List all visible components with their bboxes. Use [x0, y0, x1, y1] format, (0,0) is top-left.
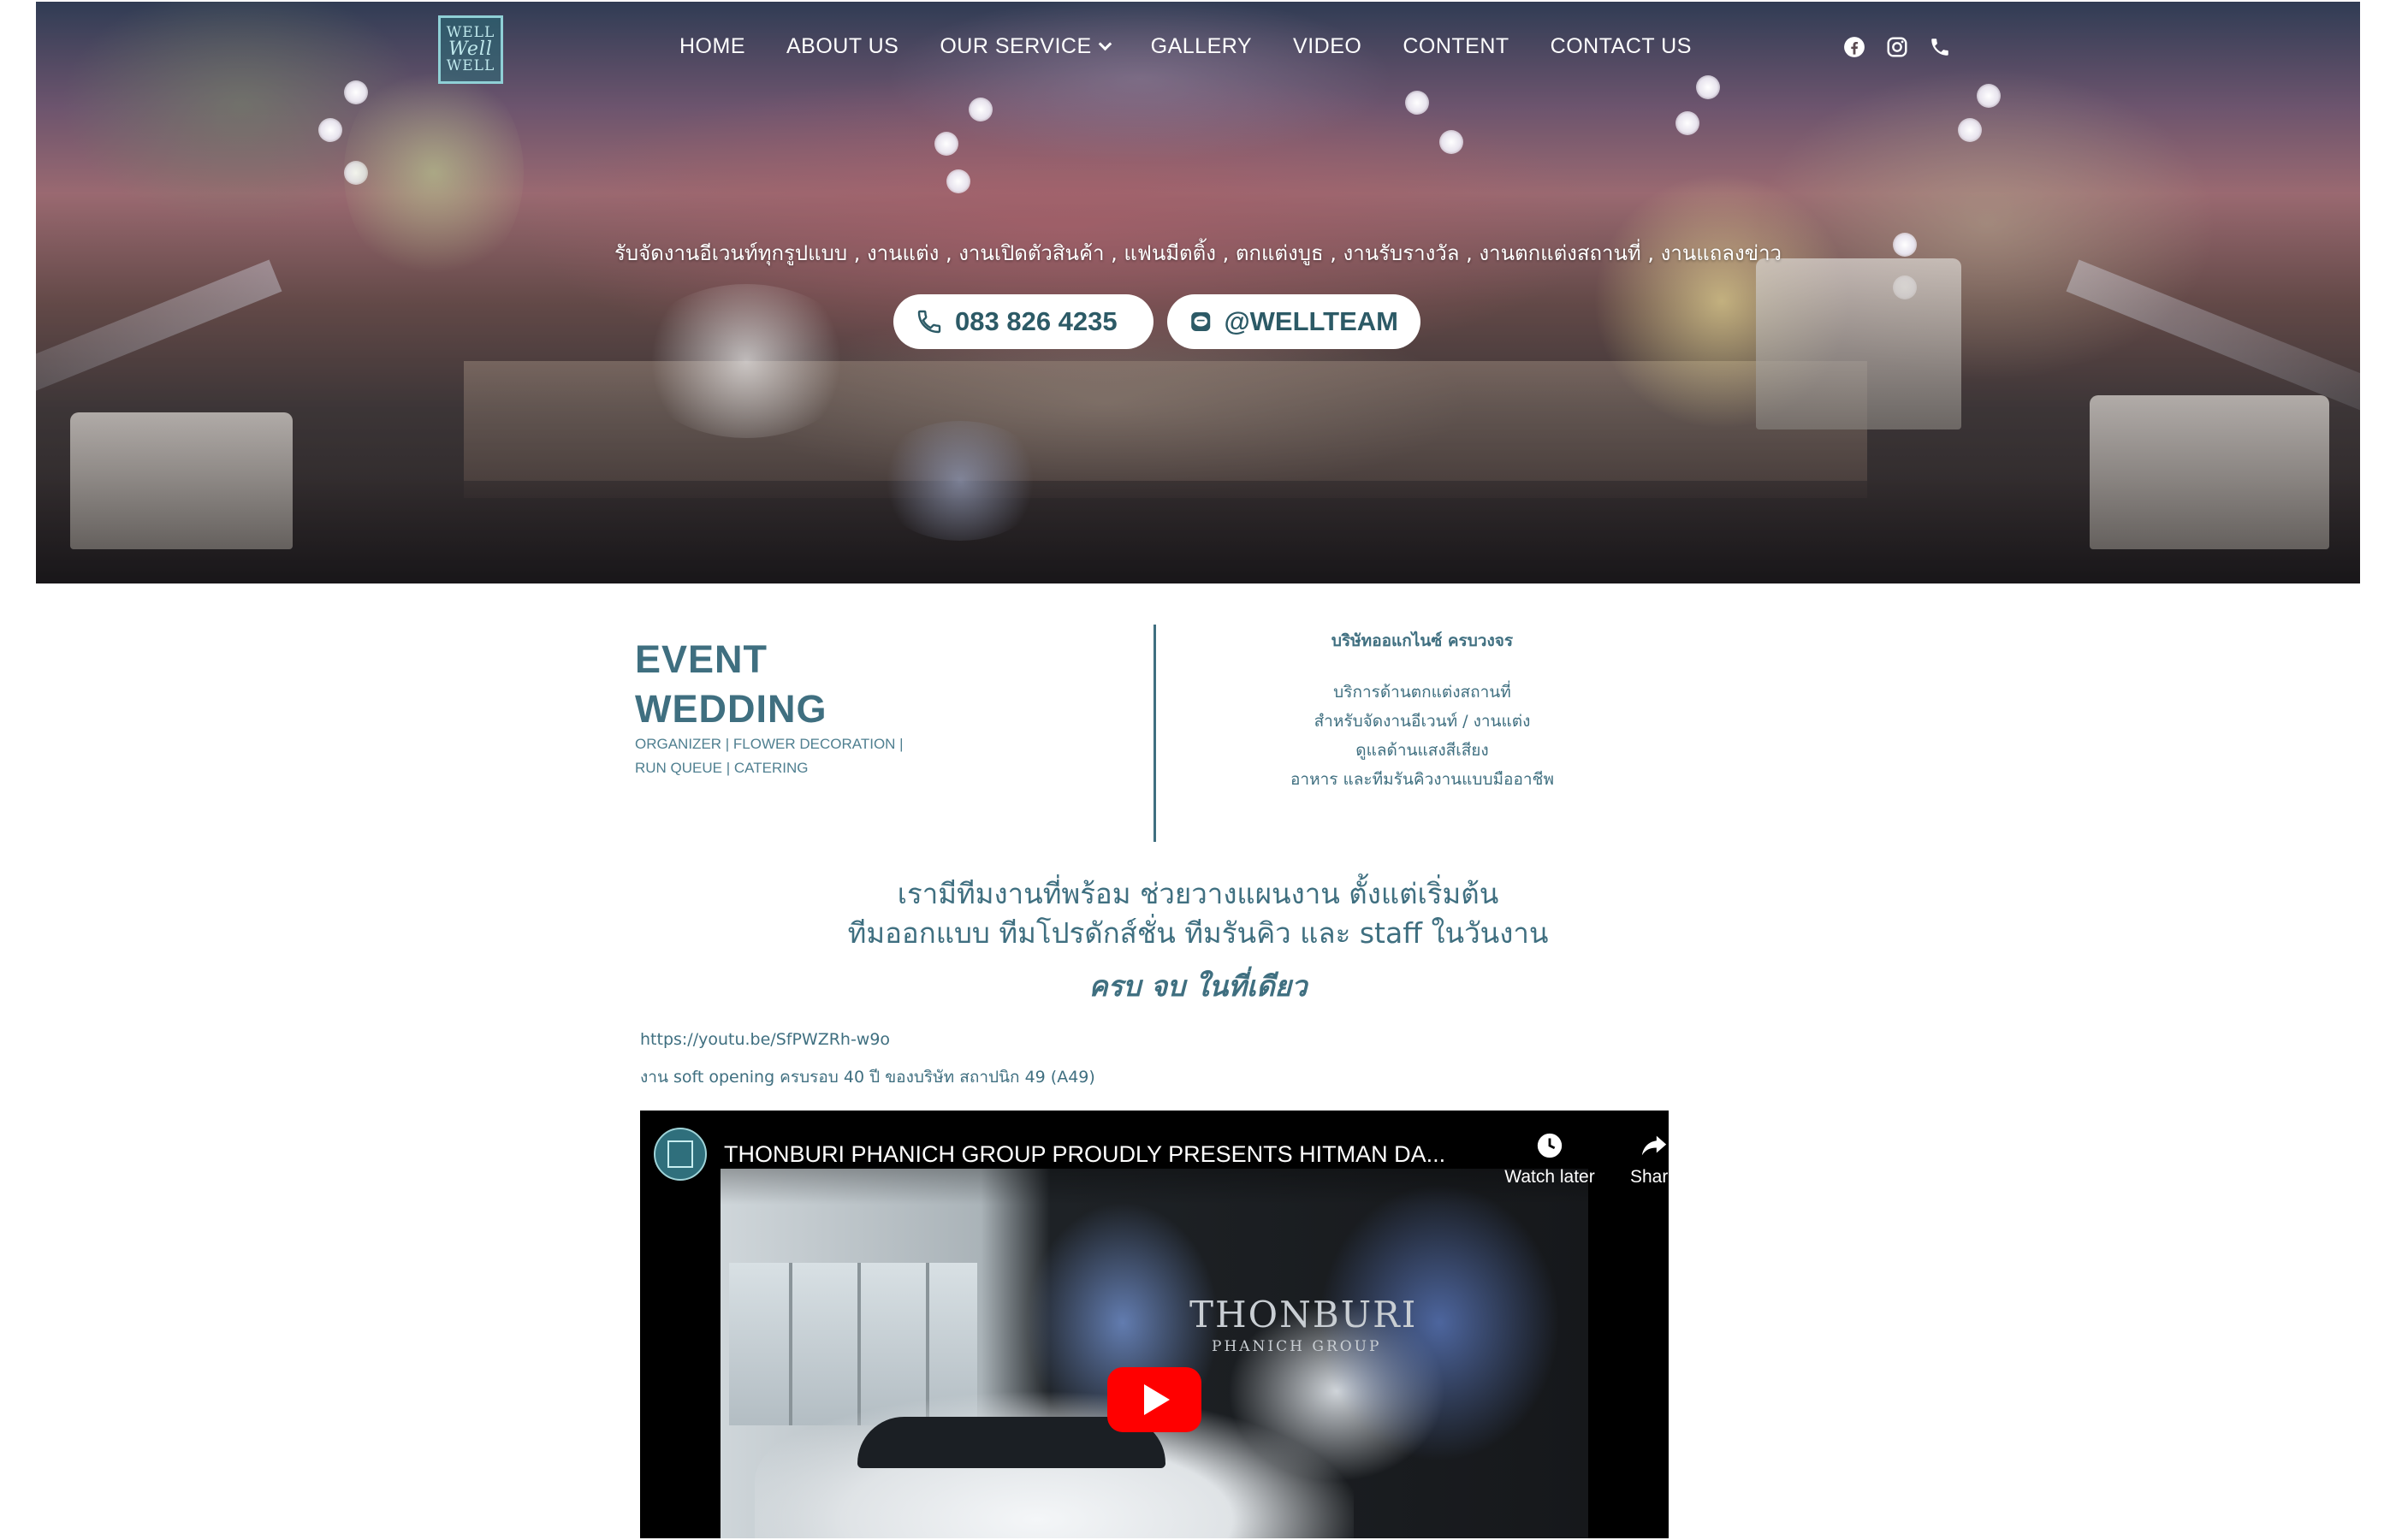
- line-id: @WELLTEAM: [1224, 306, 1398, 336]
- hero-banner: WELL Well WELL HOME ABOUT US OUR SERVICE…: [36, 2, 2360, 583]
- hanging-bulb: [318, 118, 342, 142]
- share-button[interactable]: Share: [1607, 1128, 1669, 1188]
- hanging-bulb: [969, 98, 993, 121]
- video-caption: งาน soft opening ครบรอบ 40 ปี ของบริษัท …: [640, 1068, 1095, 1087]
- hanging-bulb: [1958, 118, 1982, 142]
- nav-home[interactable]: HOME: [679, 34, 745, 59]
- nav-our-service[interactable]: OUR SERVICE: [940, 34, 1112, 59]
- hanging-bulb: [1977, 84, 2001, 108]
- company-heading: บริษัทออแกไนซ์ ครบวงจร: [1331, 631, 1514, 650]
- phone-icon: [917, 310, 941, 334]
- nav-contact-us[interactable]: CONTACT US: [1551, 34, 1692, 59]
- vertical-divider: [1154, 625, 1156, 842]
- nav-video[interactable]: VIDEO: [1293, 34, 1361, 59]
- nav-label: HOME: [679, 34, 745, 58]
- title-line: EVENT: [635, 637, 768, 681]
- play-icon: [1144, 1384, 1170, 1415]
- thumbnail-brand-sub: PHANICH GROUP: [1212, 1338, 1382, 1355]
- channel-logo-icon: [667, 1140, 693, 1168]
- line-contact-button[interactable]: @WELLTEAM: [1167, 294, 1420, 349]
- title-line: WEDDING: [635, 687, 827, 731]
- youtube-link[interactable]: https://youtu.be/SfPWZRh-w9o: [640, 1030, 890, 1049]
- play-button[interactable]: [1107, 1367, 1201, 1432]
- share-icon: [1641, 1135, 1667, 1156]
- hero-floor: [36, 481, 2360, 583]
- hanging-bulb: [1439, 130, 1463, 154]
- hanging-bulb: [1405, 91, 1429, 115]
- hanging-bulb: [946, 169, 970, 193]
- call-phone-button[interactable]: 083 826 4235: [893, 294, 1154, 349]
- nav-content[interactable]: CONTENT: [1403, 34, 1509, 59]
- summary-line: RUN QUEUE | CATERING: [635, 760, 809, 776]
- services-summary: ORGANIZER | FLOWER DECORATION | RUN QUEU…: [635, 732, 926, 780]
- hanging-bulb: [1696, 75, 1720, 99]
- instagram-icon[interactable]: [1886, 36, 1908, 58]
- logo-line: WELL: [446, 57, 495, 74]
- hero-tagline: รับจัดงานอีเวนท์ทุกรูปแบบ , งานแต่ง , งา…: [614, 241, 1782, 265]
- nav-about-us[interactable]: ABOUT US: [786, 34, 898, 59]
- clock-icon: [1537, 1133, 1563, 1158]
- service-line: ดูแลด้านแสงสีเสียง: [1355, 741, 1489, 760]
- nav-label: CONTENT: [1403, 34, 1509, 58]
- nav-label: CONTACT US: [1550, 34, 1692, 58]
- channel-avatar[interactable]: [654, 1128, 707, 1181]
- decorated-table: [1756, 258, 1961, 429]
- floral-arrangement: [635, 284, 857, 438]
- thumbnail-brand: THONBURI: [1189, 1294, 1418, 1336]
- brand-logo[interactable]: WELL Well WELL: [438, 15, 503, 84]
- lead-text: เรามีทีมงานที่พร้อม ช่วยวางแผนงาน ตั้งแต…: [0, 874, 2396, 1009]
- chevron-down-icon: [1098, 37, 1112, 51]
- section-title: EVENT WEDDING: [635, 635, 827, 734]
- watch-later-button[interactable]: Watch later: [1503, 1128, 1597, 1188]
- line-app-icon: [1191, 311, 1211, 332]
- phone-icon[interactable]: [1929, 36, 1951, 58]
- nav-label: VIDEO: [1293, 34, 1362, 58]
- service-line: สำหรับจัดงานอีเวนท์ / งานแต่ง: [1314, 712, 1531, 731]
- lead-highlight: ครบ จบ ในที่เดียว: [1088, 969, 1308, 1003]
- hanging-bulb: [1675, 111, 1699, 135]
- hanging-bulb: [934, 132, 958, 156]
- company-info: บริษัทออแกไนซ์ ครบวงจร บริการด้านตกแต่งส…: [1251, 628, 1593, 794]
- nav-label: GALLERY: [1150, 34, 1253, 58]
- main-nav: HOME ABOUT US OUR SERVICE GALLERY VIDEO …: [679, 34, 1692, 59]
- nav-label: OUR SERVICE: [940, 34, 1092, 58]
- lead-line: เรามีทีมงานที่พร้อม ช่วยวางแผนงาน ตั้งแต…: [897, 877, 1499, 910]
- decorated-table: [70, 412, 293, 549]
- lead-line: ทีมออกแบบ ทีมโปรดักส์ชั่น ทีมรันคิว และ …: [847, 916, 1549, 950]
- facebook-icon[interactable]: [1843, 36, 1865, 58]
- social-links: [1843, 36, 1951, 58]
- video-title[interactable]: THONBURI PHANICH GROUP PROUDLY PRESENTS …: [724, 1141, 1445, 1168]
- nav-gallery[interactable]: GALLERY: [1151, 34, 1252, 59]
- hero-contact-buttons: 083 826 4235 @WELLTEAM: [893, 294, 1420, 349]
- floral-arrangement: [875, 421, 1046, 541]
- youtube-embed[interactable]: THONBURI PHANICH GROUP THONBURI PHANICH …: [640, 1111, 1669, 1538]
- service-line: อาหาร และทีมรันคิวงานแบบมืออาชีพ: [1290, 770, 1554, 789]
- logo-line: Well: [448, 38, 493, 60]
- summary-line: ORGANIZER | FLOWER DECORATION |: [635, 736, 904, 752]
- watch-later-label: Watch later: [1504, 1167, 1595, 1187]
- nav-label: ABOUT US: [786, 34, 899, 58]
- decorated-table: [2090, 395, 2329, 549]
- video-thumbnail: THONBURI PHANICH GROUP: [721, 1169, 1588, 1538]
- service-line: บริการด้านตกแต่งสถานที่: [1333, 683, 1511, 702]
- share-label: Share: [1629, 1167, 1669, 1187]
- phone-number: 083 826 4235: [955, 306, 1118, 336]
